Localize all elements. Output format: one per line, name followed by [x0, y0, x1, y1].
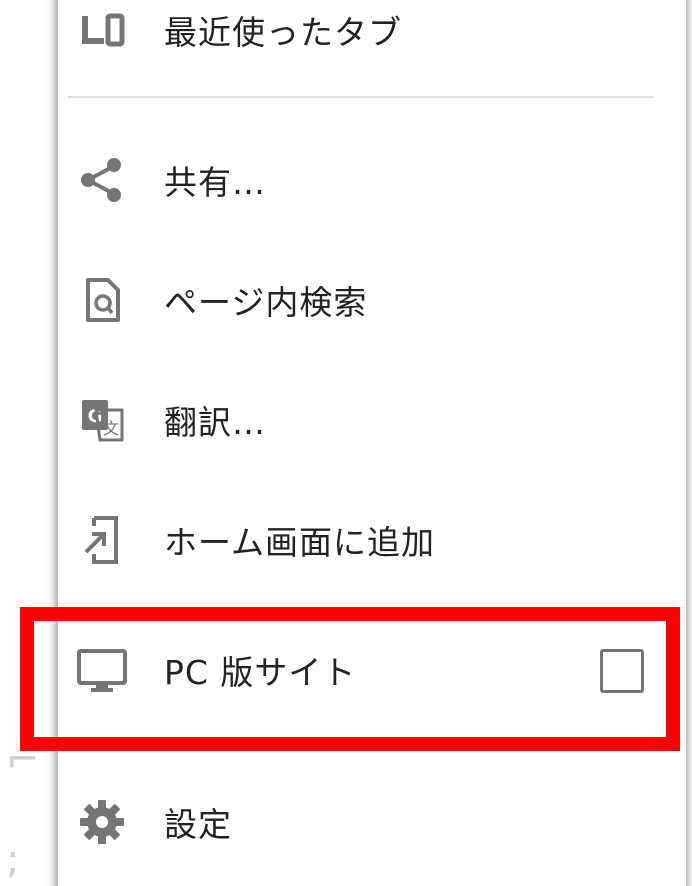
overflow-menu: 最近使ったタブ 共有… ページ内検索 G 文 翻訳… ホーム画面に追加 PC 版…	[58, 0, 686, 886]
screen: ⌐ ; 最近使ったタブ 共有… ページ内検索 G 文 翻訳… ホーム画面に追加 …	[0, 0, 692, 886]
menu-item-find-in-page[interactable]: ページ内検索	[58, 240, 686, 360]
menu-item-settings[interactable]: 設定	[58, 762, 686, 882]
dimmed-page-background: ⌐ ;	[0, 0, 60, 886]
menu-item-label: 最近使ったタブ	[164, 13, 402, 52]
menu-item-desktop-site[interactable]: PC 版サイト	[58, 610, 686, 730]
menu-item-add-to-home[interactable]: ホーム画面に追加	[58, 480, 686, 600]
menu-item-translate[interactable]: G 文 翻訳…	[58, 360, 686, 480]
menu-item-label: 設定	[164, 805, 232, 844]
recent-tabs-icon	[74, 2, 130, 58]
menu-item-label: ホーム画面に追加	[164, 523, 436, 562]
menu-item-share[interactable]: 共有…	[58, 120, 686, 240]
menu-divider	[68, 96, 654, 98]
svg-text:文: 文	[103, 419, 119, 438]
menu-item-recent-tabs[interactable]: 最近使ったタブ	[58, 0, 686, 90]
desktop-icon	[74, 642, 130, 698]
translate-icon: G 文	[74, 392, 130, 448]
share-icon	[74, 152, 130, 208]
find-in-page-icon	[74, 272, 130, 328]
menu-item-label: 翻訳…	[164, 403, 266, 442]
menu-item-label: PC 版サイト	[164, 653, 357, 692]
menu-item-label: ページ内検索	[164, 283, 368, 322]
desktop-site-checkbox[interactable]	[600, 649, 644, 693]
menu-divider	[68, 742, 654, 744]
menu-item-label: 共有…	[164, 163, 266, 202]
add-to-home-icon	[74, 512, 130, 568]
gear-icon	[74, 794, 130, 850]
